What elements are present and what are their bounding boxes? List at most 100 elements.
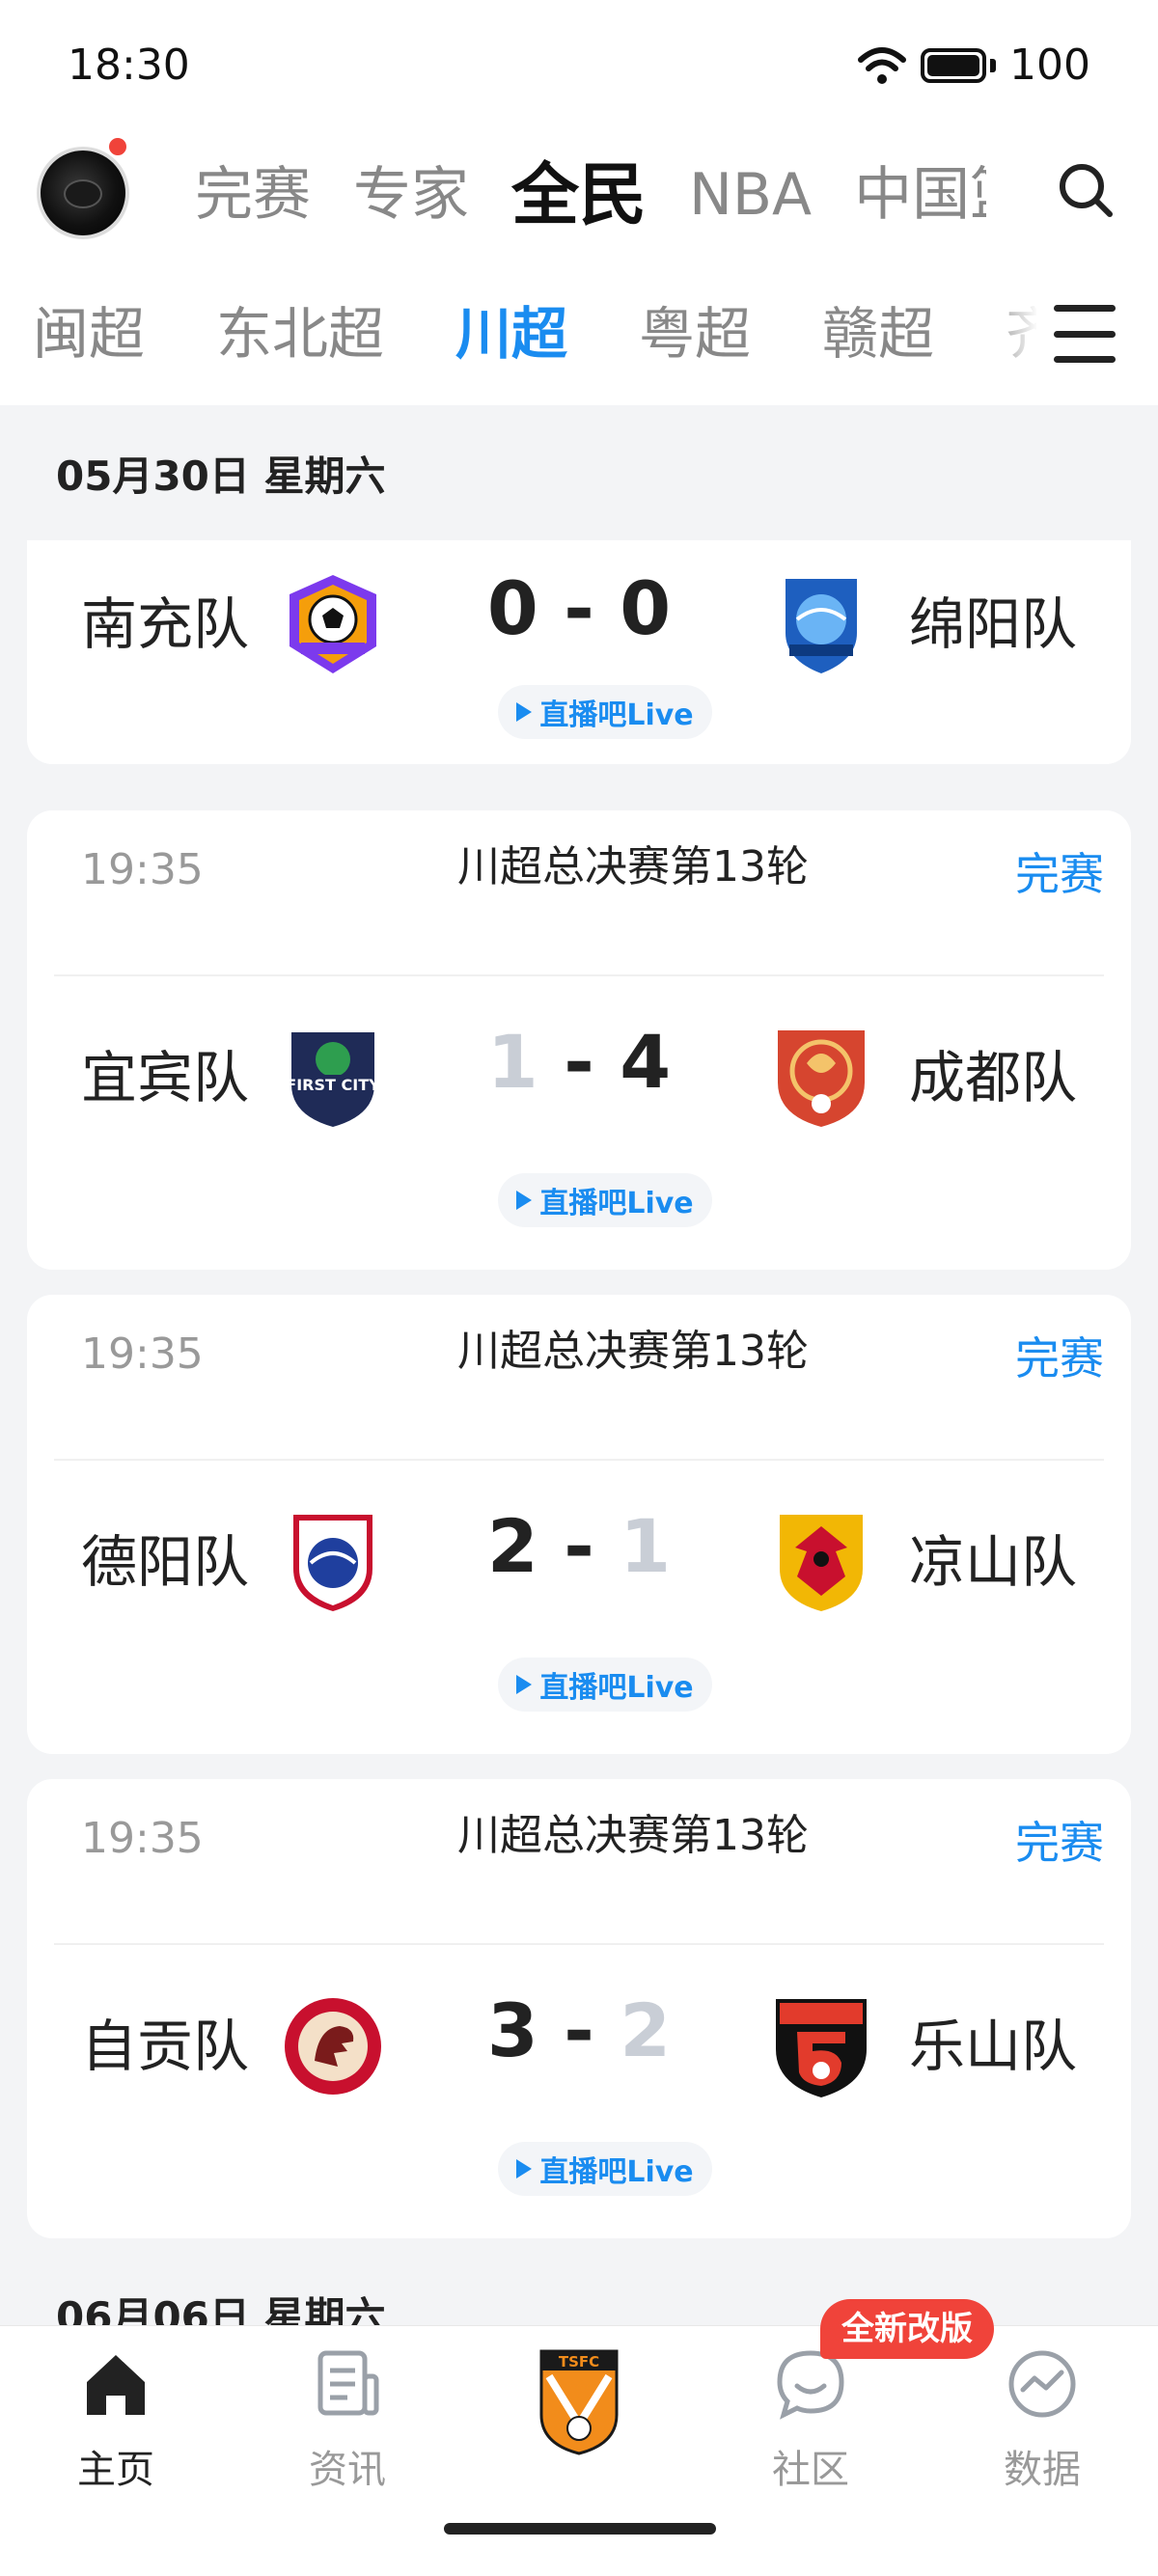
home-score: 1	[486, 1019, 538, 1105]
score: 0 - 0	[486, 565, 672, 651]
tab-finished[interactable]: 完赛	[195, 156, 311, 233]
new-version-badge: 全新改版	[820, 2299, 994, 2359]
notification-dot	[106, 135, 129, 158]
mianyang-logo-icon	[786, 579, 857, 673]
home-team: 南充队	[81, 591, 250, 657]
match-list[interactable]: 05月30日 星期六 南充队 0 - 0 绵阳队 直播吧Live 19:35 川…	[0, 405, 1158, 2325]
home-team: 宜宾队	[81, 1045, 250, 1110]
yibin-logo-icon: FIRST CITY	[286, 1032, 380, 1127]
club-crest-icon: TSFC	[539, 2349, 619, 2455]
nav-community[interactable]: 社区	[733, 2347, 888, 2494]
away-team: 凉山队	[908, 1529, 1077, 1595]
battery-icon	[921, 47, 987, 83]
status-icons: 100	[857, 41, 1090, 90]
tab-china-basketball[interactable]: 中国篮	[854, 156, 986, 233]
menu-icon[interactable]	[1054, 305, 1116, 363]
league-tabs: 闽超 东北超 川超 粤超 赣超 齐	[0, 262, 1158, 405]
match-card[interactable]: 19:35 川超总决赛第13轮 完赛 德阳队 2 - 1 凉山队 直播吧Live	[27, 1295, 1131, 1754]
svg-text:TSFC: TSFC	[559, 2353, 599, 2370]
live-label: 直播吧Live	[539, 2155, 694, 2189]
match-row: 德阳队 2 - 1 凉山队	[27, 1461, 1131, 1654]
date-header: 05月30日 星期六	[56, 452, 386, 500]
home-icon	[87, 2355, 145, 2415]
play-icon	[516, 702, 533, 722]
zigong-logo-icon	[285, 1998, 381, 2095]
avatar-image	[64, 179, 102, 208]
nav-home-label: 主页	[77, 2448, 154, 2492]
nav-community-label: 社区	[772, 2448, 849, 2492]
data-icon	[1008, 2350, 1076, 2418]
match-status: 完赛	[1015, 1332, 1104, 1384]
away-team: 绵阳队	[908, 591, 1077, 657]
match-time: 19:35	[81, 1329, 204, 1379]
deyang-logo-icon	[293, 1515, 372, 1611]
tab-guangdong-league[interactable]: 粤超	[639, 297, 751, 370]
match-card[interactable]: 19:35 川超总决赛第13轮 完赛 自贡队 3 - 2 乐山队 直播吧Live	[27, 1779, 1131, 2238]
bottom-nav: 主页 资讯 TSFC 社区 数据 全新改版	[0, 2299, 1158, 2576]
live-label: 直播吧Live	[539, 1671, 694, 1705]
svg-text:FIRST CITY: FIRST CITY	[286, 1076, 380, 1094]
status-bar: 18:30 100	[0, 0, 1158, 135]
match-header: 19:35 川超总决赛第13轮 完赛	[54, 1295, 1104, 1461]
tab-grassroots[interactable]: 全民	[511, 156, 647, 233]
tab-fade	[984, 262, 1038, 405]
match-time: 19:35	[81, 845, 204, 894]
live-button[interactable]: 直播吧Live	[498, 1658, 712, 1712]
nanchong-logo-icon	[290, 575, 376, 673]
status-time: 18:30	[68, 41, 190, 90]
news-icon	[317, 2350, 379, 2416]
live-label: 直播吧Live	[539, 699, 694, 732]
play-icon	[516, 2159, 533, 2179]
play-icon	[516, 1191, 533, 1210]
nav-news-label: 资讯	[309, 2448, 386, 2492]
home-score: 3	[486, 1987, 538, 2073]
top-nav: 完赛 专家 全民 NBA 中国篮	[0, 135, 1158, 262]
tab-min-league[interactable]: 闽超	[33, 297, 145, 370]
match-card[interactable]: 19:35 川超总决赛第13轮 完赛 宜宾队 FIRST CITY 1 - 4 …	[27, 810, 1131, 1270]
tab-nba[interactable]: NBA	[689, 156, 812, 233]
live-button[interactable]: 直播吧Live	[498, 685, 712, 739]
nav-data[interactable]: 数据	[965, 2347, 1119, 2494]
match-header: 19:35 川超总决赛第13轮 完赛	[54, 1779, 1104, 1945]
match-status: 完赛	[1015, 848, 1104, 900]
battery-level: 100	[1009, 41, 1090, 90]
away-team: 成都队	[908, 1045, 1077, 1110]
score: 1 - 4	[486, 1019, 672, 1105]
tab-jiangxi-league[interactable]: 赣超	[822, 297, 934, 370]
match-round: 川超总决赛第13轮	[457, 1327, 809, 1376]
tab-experts[interactable]: 专家	[353, 156, 469, 233]
search-icon[interactable]	[1056, 160, 1116, 220]
nav-club[interactable]: TSFC	[502, 2347, 656, 2469]
home-score: 2	[486, 1503, 538, 1589]
away-score: 0	[620, 565, 672, 651]
chengdu-logo-icon	[778, 1030, 865, 1127]
nav-news[interactable]: 资讯	[270, 2347, 425, 2494]
leshan-logo-icon	[776, 1999, 867, 2097]
nav-home[interactable]: 主页	[39, 2347, 193, 2494]
match-status: 完赛	[1015, 1817, 1104, 1869]
match-round: 川超总决赛第13轮	[457, 842, 809, 891]
live-button[interactable]: 直播吧Live	[498, 1173, 712, 1227]
live-button[interactable]: 直播吧Live	[498, 2142, 712, 2196]
play-icon	[516, 1675, 533, 1694]
live-label: 直播吧Live	[539, 1187, 694, 1220]
main-tabs: 完赛 专家 全民 NBA 中国篮	[195, 156, 986, 233]
away-score: 2	[620, 1987, 672, 2073]
home-team: 德阳队	[81, 1529, 250, 1595]
home-indicator[interactable]	[444, 2523, 716, 2535]
liangshan-logo-icon	[780, 1515, 863, 1611]
avatar[interactable]	[37, 147, 129, 239]
date-header: 06月06日 星期六	[56, 2293, 386, 2325]
away-score: 4	[620, 1019, 672, 1105]
match-time: 19:35	[81, 1814, 204, 1863]
match-row: 宜宾队 FIRST CITY 1 - 4 成都队	[27, 976, 1131, 1169]
match-round: 川超总决赛第13轮	[457, 1811, 809, 1860]
home-team: 自贡队	[81, 2014, 250, 2079]
score: 3 - 2	[486, 1987, 672, 2073]
away-team: 乐山队	[908, 2014, 1077, 2079]
tab-northeast-league[interactable]: 东北超	[216, 297, 384, 370]
tab-sichuan-league[interactable]: 川超	[455, 297, 567, 370]
match-header: 19:35 川超总决赛第13轮 完赛	[54, 810, 1104, 976]
match-card[interactable]: 南充队 0 - 0 绵阳队 直播吧Live	[27, 540, 1131, 764]
battery-tip	[990, 58, 997, 72]
